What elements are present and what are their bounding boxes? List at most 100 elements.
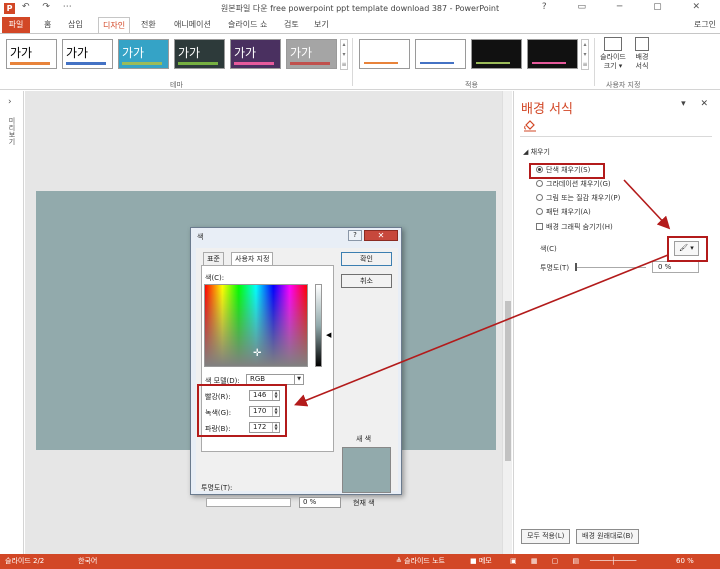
theme-color-bar <box>178 62 218 65</box>
color-preview-swatch <box>342 447 391 493</box>
variant-thumbnail[interactable] <box>527 39 578 69</box>
variant-thumbnail[interactable] <box>359 39 410 69</box>
fill-color-button[interactable]: 🖌 ▾ <box>674 241 699 256</box>
color-model-select[interactable]: RGB ▼ <box>246 374 304 385</box>
checkbox-icon <box>536 223 543 230</box>
tab-slide-show[interactable]: 슬라이드 쇼 <box>224 17 271 34</box>
apply-to-all-button[interactable]: 모두 적용(L) <box>521 529 571 544</box>
new-color-label: 새 색 <box>356 435 372 443</box>
gradient-fill-option[interactable]: 그라데이션 채우기(G) <box>536 179 611 190</box>
theme-sample-text: 가가 <box>122 46 145 60</box>
theme-thumbnail[interactable]: 가가 <box>62 39 113 69</box>
theme-color-bar <box>10 62 50 65</box>
spinner-icon[interactable]: ▲ ▼ <box>272 423 279 432</box>
pane-title: 배경 서식 <box>521 102 573 117</box>
zoom-level[interactable]: 60 % <box>676 554 694 569</box>
transparency-input[interactable]: 0 % <box>652 261 699 273</box>
theme-thumbnail[interactable]: 가가 <box>118 39 169 69</box>
cancel-button[interactable]: 취소 <box>341 274 392 288</box>
blue-value: 172 <box>253 423 267 431</box>
ok-button[interactable]: 확인 <box>341 252 392 266</box>
scrollbar-thumb[interactable] <box>505 301 511 461</box>
theme-thumbnail[interactable]: 가가 <box>286 39 337 69</box>
transparency-slider-handle[interactable] <box>575 263 577 271</box>
dialog-transparency-slider[interactable] <box>206 498 291 507</box>
tab-animations[interactable]: 애니메이션 <box>170 17 215 34</box>
spinner-icon[interactable]: ▲ ▼ <box>272 407 279 416</box>
luminance-pointer-icon[interactable]: ◀ <box>326 331 331 339</box>
tab-transitions[interactable]: 전환 <box>137 17 160 34</box>
red-label: 빨강(R): <box>205 393 231 401</box>
pattern-fill-option[interactable]: 패턴 채우기(A) <box>536 207 591 218</box>
theme-color-bar <box>122 62 162 65</box>
expand-thumbnails-icon[interactable]: › <box>8 97 12 107</box>
pane-divider <box>520 136 712 137</box>
option-label: 배경 그래픽 숨기기(H) <box>546 223 613 231</box>
radio-icon <box>536 208 543 215</box>
format-background-pane: 배경 서식 ▾ ✕ ◢ 채우기 단색 채우기(S) 그라데이션 채우기(G) 그… <box>513 91 720 554</box>
chevron-down-icon: ▼ <box>294 375 303 384</box>
transparency-slider[interactable] <box>576 267 646 268</box>
tab-file[interactable]: 파일 <box>2 17 30 34</box>
close-icon[interactable]: ✕ <box>364 230 398 241</box>
theme-thumbnail[interactable]: 가가 <box>174 39 225 69</box>
comments-button[interactable]: ■ 메모 <box>470 554 492 569</box>
tab-insert[interactable]: 삽입 <box>64 17 87 34</box>
theme-sample-text: 가가 <box>10 46 33 60</box>
zoom-slider[interactable]: ─────┼───── <box>590 554 636 569</box>
green-label: 녹색(G): <box>205 409 232 417</box>
slide-size-button[interactable]: 슬라이드 크기 ▾ <box>598 37 628 71</box>
theme-color-bar <box>234 62 274 65</box>
tab-view[interactable]: 보기 <box>310 17 333 34</box>
theme-sample-text: 가가 <box>290 46 313 60</box>
theme-sample-text: 가가 <box>178 46 201 60</box>
red-input[interactable]: 146 ▲ ▼ <box>249 390 280 401</box>
fill-bucket-icon[interactable] <box>523 120 537 132</box>
hide-background-graphics-checkbox[interactable]: 배경 그래픽 숨기기(H) <box>536 222 613 233</box>
radio-icon <box>536 166 543 173</box>
theme-thumbnail[interactable]: 가가 <box>6 39 57 69</box>
picture-texture-fill-option[interactable]: 그림 또는 질감 채우기(P) <box>536 193 620 204</box>
variant-thumbnail[interactable] <box>415 39 466 69</box>
status-bar: 슬라이드 2/2 한국어 ≜ 슬라이드 노트 ■ 메모 ▣ ▦ ▢ ▤ ────… <box>0 554 720 569</box>
group-divider <box>352 38 353 86</box>
format-background-button[interactable]: 배경 서식 <box>630 37 654 71</box>
tab-home[interactable]: 홈 <box>40 17 55 34</box>
theme-thumbnail[interactable]: 가가 <box>230 39 281 69</box>
green-input[interactable]: 170 ▲ ▼ <box>249 406 280 417</box>
pane-controls[interactable]: ▾ ✕ <box>681 99 714 109</box>
reset-background-button[interactable]: 배경 원래대로(B) <box>576 529 640 544</box>
red-value: 146 <box>253 391 267 399</box>
spinner-icon[interactable]: ▲ ▼ <box>272 391 279 400</box>
dialog-transparency-input[interactable]: 0 % <box>299 497 341 508</box>
login-link[interactable]: 로그인 <box>694 19 716 30</box>
vertical-scrollbar[interactable] <box>502 91 512 554</box>
blue-label: 파랑(B): <box>205 425 231 433</box>
transparency-label: 투명도(T) <box>540 264 570 272</box>
notes-button[interactable]: ≜ 슬라이드 노트 <box>396 554 445 569</box>
tab-review[interactable]: 검토 <box>280 17 303 34</box>
slide-counter[interactable]: 슬라이드 2/2 <box>5 554 44 569</box>
fill-section-header[interactable]: ◢ 채우기 <box>523 147 550 157</box>
colors-label: 색(C): <box>205 274 225 282</box>
language-indicator[interactable]: 한국어 <box>78 554 97 569</box>
green-value: 170 <box>253 407 267 415</box>
format-background-label: 배경 서식 <box>635 53 649 70</box>
dialog-title: 색 <box>197 233 204 241</box>
tab-design[interactable]: 디자인 <box>98 17 131 34</box>
theme-gallery-scroll[interactable]: ▴ ▾ ≡ <box>340 39 348 70</box>
window-controls[interactable]: ? ▭ ─ ▢ ✕ <box>542 2 714 12</box>
format-background-icon <box>635 37 649 51</box>
tab-custom[interactable]: 사용자 지정 <box>231 252 274 266</box>
variant-thumbnail[interactable] <box>471 39 522 69</box>
variant-gallery-scroll[interactable]: ▴ ▾ ≡ <box>581 39 589 70</box>
thumbnail-pane-label: 미리보기 <box>8 117 16 145</box>
solid-fill-option[interactable]: 단색 채우기(S) <box>536 165 590 176</box>
current-color-label: 현재 색 <box>353 499 375 507</box>
help-icon[interactable]: ? <box>348 230 362 241</box>
tab-standard[interactable]: 표준 <box>203 252 224 266</box>
view-buttons[interactable]: ▣ ▦ ▢ ▤ <box>510 554 585 569</box>
luminance-bar[interactable] <box>315 284 322 367</box>
blue-input[interactable]: 172 ▲ ▼ <box>249 422 280 433</box>
group-divider <box>594 38 595 86</box>
